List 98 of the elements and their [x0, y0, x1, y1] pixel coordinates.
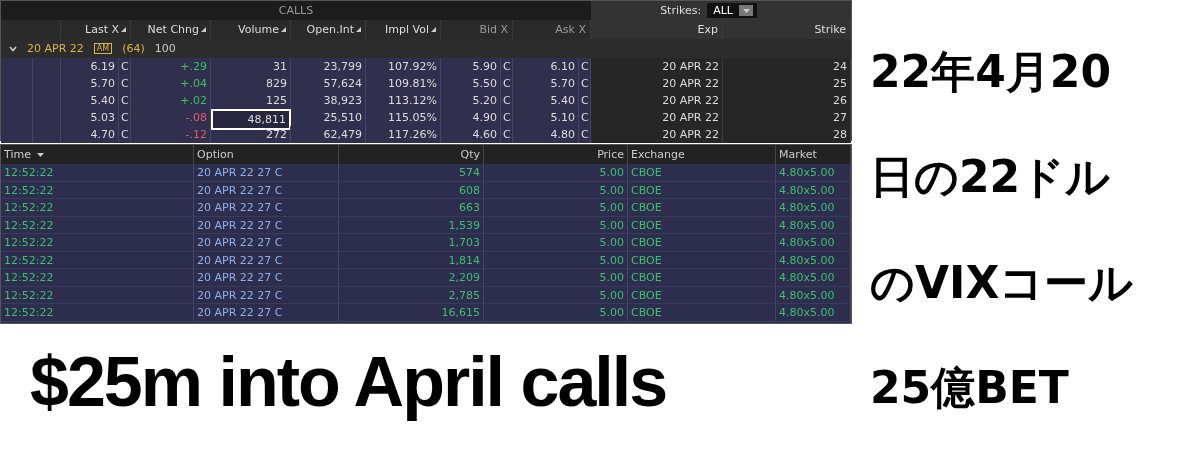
column-header[interactable]: Time — [1, 145, 194, 164]
option-row[interactable]: 5.70 C +.04 829 57,624 109.81% 5.50 C 5.70 C 20 APR 22 25 — [1, 75, 851, 92]
option-row[interactable]: 5.40 C +.02 125 38,923 113.12% 5.20 C 5.40 C 20 APR 22 26 — [1, 92, 851, 109]
table-cell: 4.80x5.00 — [776, 199, 851, 216]
table-cell: 4.80x5.00 — [776, 269, 851, 286]
table-cell: 62,479 — [291, 126, 366, 143]
table-cell: 5.00 — [484, 216, 628, 234]
table-cell: 20 APR 22 27 C — [194, 269, 339, 286]
table-cell: 5.00 — [484, 286, 628, 304]
table-cell: 4.80x5.00 — [776, 164, 851, 181]
table-cell: 20 APR 22 27 C — [194, 304, 339, 321]
strikes-dropdown[interactable]: ALL — [707, 3, 757, 18]
table-cell: CBOE — [628, 251, 776, 269]
table-cell: 608 — [339, 181, 484, 199]
table-cell: CBOE — [628, 181, 776, 199]
option-count: (64) — [122, 42, 145, 55]
table-cell: C — [119, 126, 131, 143]
table-cell: 2,209 — [339, 269, 484, 286]
table-cell: CBOE — [628, 216, 776, 234]
table-cell: 5.00 — [484, 304, 628, 321]
table-cell: 117.26% — [366, 126, 441, 143]
column-header[interactable]: Qty — [339, 145, 484, 164]
side-caption: 25億BET — [870, 360, 1070, 415]
table-cell: 4.80x5.00 — [776, 304, 851, 321]
table-cell: 5.00 — [484, 234, 628, 251]
column-header[interactable]: Strike — [723, 20, 851, 39]
table-cell: CBOE — [628, 269, 776, 286]
table-cell: 5.00 — [484, 164, 628, 181]
table-cell: 48,811 — [211, 109, 291, 130]
table-cell: 20 APR 22 — [591, 92, 723, 109]
option-row[interactable]: 4.70 C -.12 272 62,479 117.26% 4.60 C 4.80 C 20 APR 22 28 — [1, 126, 851, 143]
table-cell: 20 APR 22 27 C — [194, 181, 339, 199]
table-cell: 5.00 — [484, 269, 628, 286]
column-header[interactable]: Market — [776, 145, 851, 164]
table-cell: CBOE — [628, 304, 776, 321]
table-cell: CBOE — [628, 286, 776, 304]
section-title: CALLS — [1, 1, 591, 20]
table-cell: 4.60 — [441, 126, 501, 143]
expiration-date: 20 APR 22 — [27, 42, 84, 55]
side-caption: 22年4月20 — [870, 45, 1113, 100]
table-cell: 4.80x5.00 — [776, 181, 851, 199]
chevron-down-icon[interactable] — [9, 45, 17, 52]
table-cell: 4.80x5.00 — [776, 286, 851, 304]
session-badge: AM — [93, 43, 113, 54]
table-cell: 12:52:22 — [1, 304, 194, 321]
table-cell: 272 — [211, 126, 291, 143]
column-header[interactable]: Price — [484, 145, 628, 164]
multiplier: 100 — [154, 42, 176, 55]
table-cell: 5.00 — [484, 251, 628, 269]
table-cell: C — [501, 126, 513, 143]
table-cell: 12:52:22 — [1, 199, 194, 216]
table-cell: 12:52:22 — [1, 286, 194, 304]
column-header[interactable]: Option — [194, 145, 339, 164]
table-cell: 26 — [723, 92, 851, 109]
table-cell: 5.00 — [484, 181, 628, 199]
table-cell: 16,615 — [339, 304, 484, 321]
table-cell: CBOE — [628, 199, 776, 216]
table-cell: 24 — [723, 58, 851, 75]
table-cell: 1,539 — [339, 216, 484, 234]
column-header[interactable]: Exp — [591, 20, 723, 39]
caption-headline: $25m into April calls — [29, 342, 668, 422]
table-cell: 25 — [723, 75, 851, 92]
table-cell: 4.80x5.00 — [776, 234, 851, 251]
table-cell: 12:52:22 — [1, 234, 194, 251]
table-cell: 20 APR 22 27 C — [194, 216, 339, 234]
table-cell: 20 APR 22 27 C — [194, 286, 339, 304]
table-cell: 20 APR 22 27 C — [194, 164, 339, 181]
table-cell: 20 APR 22 27 C — [194, 234, 339, 251]
table-cell: 20 APR 22 — [591, 75, 723, 92]
caret-icon[interactable] — [739, 5, 753, 16]
table-cell: CBOE — [628, 164, 776, 181]
column-header[interactable]: Exchange — [628, 145, 776, 164]
side-caption: 日の22ドル — [870, 150, 1112, 205]
table-cell: 1,703 — [339, 234, 484, 251]
table-cell: 20 APR 22 27 C — [194, 251, 339, 269]
option-row[interactable]: 6.19 C +.29 31 23,799 107.92% 5.90 C 6.10 C 20 APR 22 24 — [1, 58, 851, 75]
table-cell: -.12 — [131, 126, 211, 143]
table-cell: 12:52:22 — [1, 164, 194, 181]
table-cell: 12:52:22 — [1, 251, 194, 269]
table-cell: 4.80x5.00 — [776, 251, 851, 269]
table-cell: 574 — [339, 164, 484, 181]
side-caption: のVIXコール — [870, 255, 1135, 310]
table-cell: 2,785 — [339, 286, 484, 304]
table-cell: 12:52:22 — [1, 181, 194, 199]
table-cell: 4.70 — [61, 126, 119, 143]
strikes-label: Strikes: — [660, 4, 702, 17]
table-cell: 1,814 — [339, 251, 484, 269]
table-cell: 12:52:22 — [1, 269, 194, 286]
expiration-group-row[interactable]: 20 APR 22 AM (64) 100 — [1, 39, 851, 58]
table-cell: 4.80x5.00 — [776, 216, 851, 234]
table-cell: 12:52:22 — [1, 216, 194, 234]
table-cell: CBOE — [628, 234, 776, 251]
table-cell: 4.80 — [513, 126, 579, 143]
table-cell: 20 APR 22 27 C — [194, 199, 339, 216]
table-cell: 5.00 — [484, 199, 628, 216]
sort-caret-icon[interactable] — [36, 152, 44, 157]
table-cell: 663 — [339, 199, 484, 216]
table-cell: 20 APR 22 — [591, 58, 723, 75]
